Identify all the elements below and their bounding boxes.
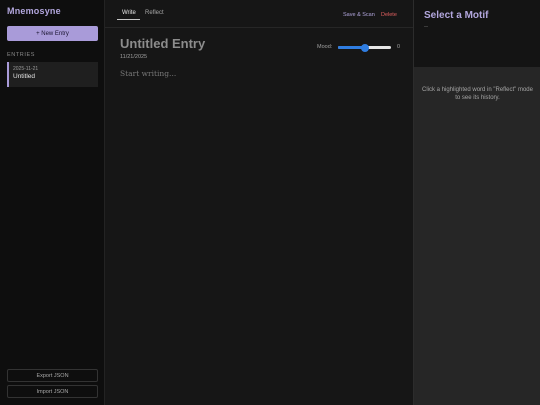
new-entry-button[interactable]: + New Entry <box>7 26 98 41</box>
delete-button[interactable]: Delete <box>381 12 397 18</box>
tab-bar: Write Reflect Save & Scan Delete <box>105 0 413 28</box>
entry-item-date: 2025-11-21 <box>13 66 39 72</box>
main-panel: Write Reflect Save & Scan Delete Untitle… <box>105 0 413 405</box>
motif-subtitle: -- <box>424 24 428 30</box>
entry-list-item[interactable]: 2025-11-21 Untitled <box>7 62 98 87</box>
sidebar: Mnemosyne + New Entry ENTRIES 2025-11-21… <box>0 0 105 405</box>
mood-value: 0 <box>397 44 401 50</box>
active-tab-indicator <box>117 19 140 20</box>
entry-body-editor[interactable]: Start writing... <box>120 69 176 78</box>
mood-slider[interactable] <box>338 43 391 52</box>
import-json-button[interactable]: Import JSON <box>7 385 98 398</box>
export-json-button[interactable]: Export JSON <box>7 369 98 382</box>
motif-panel: Select a Motif -- Click a highlighted wo… <box>413 0 540 405</box>
tab-reflect[interactable]: Reflect <box>145 10 164 16</box>
motif-header: Select a Motif -- <box>414 0 540 67</box>
mood-slider-thumb[interactable] <box>360 43 369 52</box>
mood-label: Mood: <box>317 44 333 50</box>
motif-title: Select a Motif <box>424 10 489 21</box>
tab-write[interactable]: Write <box>122 10 136 16</box>
entry-date: 11/21/2025 <box>120 54 148 60</box>
app-name: Mnemosyne <box>7 6 61 16</box>
entries-heading: ENTRIES <box>7 52 36 58</box>
entry-title-field[interactable]: Untitled Entry <box>120 36 205 51</box>
motif-hint: Click a highlighted word in "Reflect" mo… <box>422 87 533 101</box>
entry-item-title: Untitled <box>13 73 36 80</box>
save-scan-button[interactable]: Save & Scan <box>343 12 375 18</box>
